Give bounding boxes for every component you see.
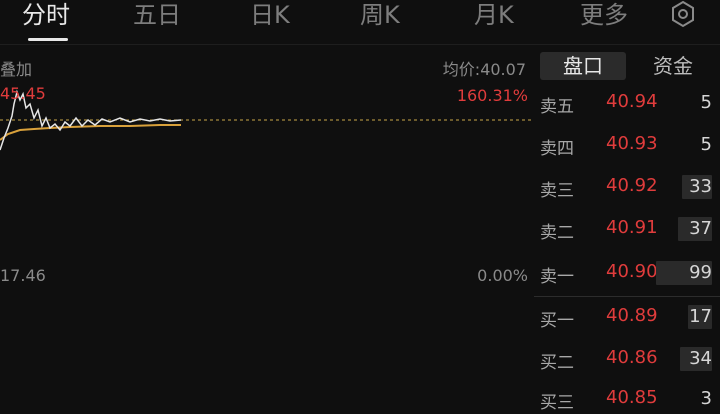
axis-price-low: 17.46 (0, 266, 46, 285)
tab-weekly-k[interactable]: 周K (360, 0, 400, 36)
ask-volume: 37 (689, 218, 712, 239)
ask-level-label: 卖五 (540, 97, 574, 117)
tab-daily-k[interactable]: 日K (250, 0, 290, 36)
ask-volume: 99 (689, 262, 712, 283)
tab-monthly-k[interactable]: 月K (474, 0, 514, 36)
ask-price: 40.92 (606, 175, 658, 196)
axis-percent-low: 0.00% (477, 266, 528, 285)
ask-level-label: 卖四 (540, 139, 574, 159)
ask-price: 40.93 (606, 133, 658, 154)
bid-row[interactable]: 买二 40.86 34 (534, 344, 720, 374)
ask-level-label: 卖三 (540, 181, 574, 201)
period-tab-bar: 分时 五日 日K 周K 月K 更多 (0, 0, 720, 42)
ask-volume: 5 (700, 92, 712, 113)
tab-five-day[interactable]: 五日 (133, 0, 181, 36)
bid-price: 40.89 (606, 305, 658, 326)
tab-capital-flow[interactable]: 资金 (630, 52, 716, 80)
bid-volume: 17 (689, 306, 712, 327)
axis-price-high: 45.45 (0, 84, 46, 103)
ask-row[interactable]: 卖一 40.90 99 (534, 258, 720, 288)
tab-intraday[interactable]: 分时 (22, 0, 70, 36)
order-book-divider (534, 296, 720, 297)
bid-row[interactable]: 买三 40.85 3 (534, 384, 720, 414)
ask-price: 40.91 (606, 217, 658, 238)
ask-price: 40.94 (606, 91, 658, 112)
bid-volume: 34 (689, 348, 712, 369)
bid-row[interactable]: 买一 40.89 17 (534, 302, 720, 332)
order-book-panel: 盘口 资金 卖五 40.94 5 卖四 40.93 5 卖三 40.92 33 … (534, 46, 720, 413)
tab-divider (0, 44, 720, 45)
average-price-label: 均价:40.07 (442, 60, 526, 79)
tab-order-book[interactable]: 盘口 (540, 52, 626, 80)
active-tab-indicator (28, 38, 68, 41)
overlay-button[interactable]: 叠加 (0, 56, 32, 80)
bid-price: 40.86 (606, 347, 658, 368)
tab-more[interactable]: 更多 (580, 0, 628, 36)
intraday-chart[interactable]: 叠加 均价:40.07 45.45 160.31% 17.46 0.00% (0, 46, 534, 405)
ask-volume: 5 (700, 134, 712, 155)
ask-row[interactable]: 卖二 40.91 37 (534, 214, 720, 244)
bid-level-label: 买一 (540, 311, 574, 331)
settings-hexagon-icon[interactable] (668, 0, 698, 29)
ask-row[interactable]: 卖五 40.94 5 (534, 88, 720, 118)
ask-level-label: 卖二 (540, 223, 574, 243)
axis-percent-high: 160.31% (456, 86, 528, 105)
ask-price: 40.90 (606, 261, 658, 282)
bid-level-label: 买三 (540, 393, 574, 413)
bid-level-label: 买二 (540, 353, 574, 373)
intraday-chart-plot (0, 89, 534, 151)
ask-volume: 33 (689, 176, 712, 197)
average-price-line (0, 124, 181, 141)
side-tab-bar: 盘口 资金 (540, 52, 716, 80)
ask-row[interactable]: 卖三 40.92 33 (534, 172, 720, 202)
ask-level-label: 卖一 (540, 267, 574, 287)
ask-row[interactable]: 卖四 40.93 5 (534, 130, 720, 160)
bid-volume: 3 (700, 388, 712, 409)
